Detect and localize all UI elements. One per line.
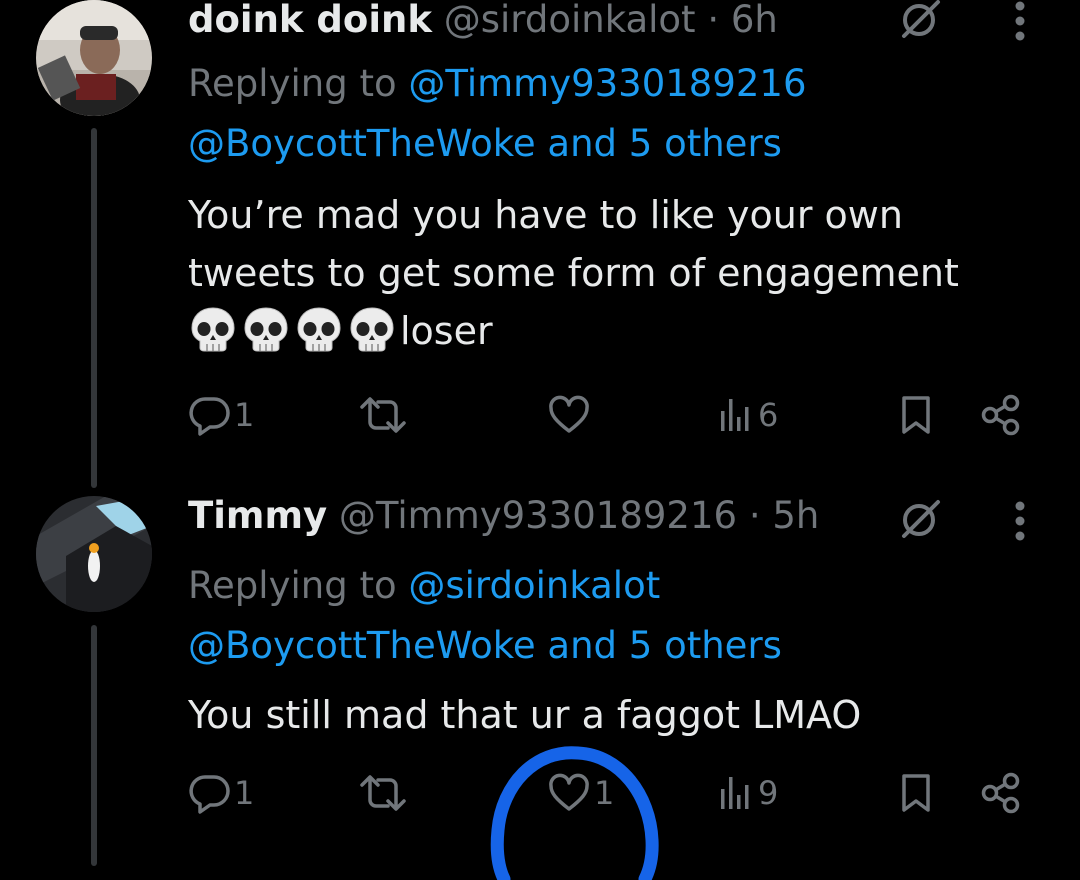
tweet-text: You still mad that ur a faggot LMAO xyxy=(188,686,1048,744)
reply-icon xyxy=(189,775,230,814)
replying-to: Replying to @Timmy9330189216 xyxy=(188,54,1048,114)
time-separator: · xyxy=(748,494,761,537)
tweet-timmy[interactable]: Timmy @Timmy9330189216 · 5h Replying to … xyxy=(188,494,1048,744)
share-button[interactable] xyxy=(978,768,1024,818)
view-count: 6 xyxy=(758,396,779,434)
skull-emoji-icon xyxy=(244,307,288,352)
grok-icon[interactable] xyxy=(898,496,944,542)
like-button[interactable] xyxy=(546,390,594,440)
bookmark-icon xyxy=(902,396,930,434)
reply-button[interactable]: 1 xyxy=(188,768,254,818)
retweet-icon xyxy=(360,775,406,811)
share-icon xyxy=(981,394,1020,436)
display-name[interactable]: Timmy xyxy=(188,494,327,537)
reply-count: 1 xyxy=(234,396,255,434)
tweet-header: doink doink @sirdoinkalot · 6h xyxy=(188,0,1048,60)
mention-others-link[interactable]: @BoycottTheWoke and 5 others xyxy=(188,114,1048,174)
view-count: 9 xyxy=(758,774,779,812)
more-icon[interactable] xyxy=(1014,498,1026,544)
user-handle[interactable]: @sirdoinkalot xyxy=(444,0,696,41)
tweet-text-line: loser xyxy=(188,302,1048,360)
heart-icon xyxy=(549,773,589,811)
bookmark-button[interactable] xyxy=(896,768,936,818)
skull-emoji-group xyxy=(188,307,400,353)
time-separator: · xyxy=(707,0,720,41)
heart-icon xyxy=(549,395,589,433)
reply-button[interactable]: 1 xyxy=(188,390,254,440)
replying-prefix: Replying to xyxy=(188,564,397,607)
skull-emoji-icon xyxy=(350,307,394,352)
bar-chart-icon xyxy=(721,777,749,809)
thread-line-bottom xyxy=(91,625,97,866)
grok-icon[interactable] xyxy=(898,0,944,42)
retweet-icon xyxy=(360,397,406,433)
bar-chart-icon xyxy=(721,399,749,431)
avatar-doink[interactable] xyxy=(36,0,152,116)
thread-line-top xyxy=(91,128,97,488)
like-count: 1 xyxy=(594,774,615,812)
bookmark-icon xyxy=(902,774,930,812)
reply-icon xyxy=(189,397,230,436)
share-icon xyxy=(981,772,1020,814)
mention-link[interactable]: @sirdoinkalot xyxy=(408,564,660,607)
tweet-text-tail: loser xyxy=(400,309,493,353)
skull-emoji-icon xyxy=(297,307,341,352)
tweet-header: Timmy @Timmy9330189216 · 5h xyxy=(188,494,1048,556)
views-button[interactable]: 9 xyxy=(716,768,778,818)
timestamp[interactable]: 5h xyxy=(772,494,819,537)
replying-prefix: Replying to xyxy=(188,62,397,105)
tweet-text-line: You’re mad you have to like your own xyxy=(188,193,903,237)
retweet-button[interactable] xyxy=(356,390,412,440)
tweet-text-line: tweets to get some form of engagement xyxy=(188,251,959,295)
mention-others-link[interactable]: @BoycottTheWoke and 5 others xyxy=(188,616,1048,676)
display-name[interactable]: doink doink xyxy=(188,0,432,41)
retweet-button[interactable] xyxy=(356,768,412,818)
user-handle[interactable]: @Timmy9330189216 xyxy=(339,494,737,537)
share-button[interactable] xyxy=(978,390,1024,440)
tweet-text: You’re mad you have to like your own twe… xyxy=(188,186,1048,360)
replying-to: Replying to @sirdoinkalot xyxy=(188,556,1048,616)
avatar-image xyxy=(36,496,152,612)
bookmark-button[interactable] xyxy=(896,390,936,440)
action-bar: 1 1 9 xyxy=(188,768,1048,818)
timestamp[interactable]: 6h xyxy=(731,0,778,41)
avatar-timmy[interactable] xyxy=(36,496,152,612)
avatar-image xyxy=(36,0,152,116)
skull-emoji-icon xyxy=(191,307,235,352)
tweet-doink[interactable]: doink doink @sirdoinkalot · 6h Replying … xyxy=(188,0,1048,360)
views-button[interactable]: 6 xyxy=(716,390,778,440)
action-bar: 1 6 xyxy=(188,390,1048,440)
mention-link[interactable]: @Timmy9330189216 xyxy=(408,62,806,105)
tweet-text-line: You still mad that ur a faggot LMAO xyxy=(188,693,862,737)
like-button[interactable]: 1 xyxy=(546,768,614,818)
more-icon[interactable] xyxy=(1014,0,1026,44)
reply-count: 1 xyxy=(234,774,255,812)
